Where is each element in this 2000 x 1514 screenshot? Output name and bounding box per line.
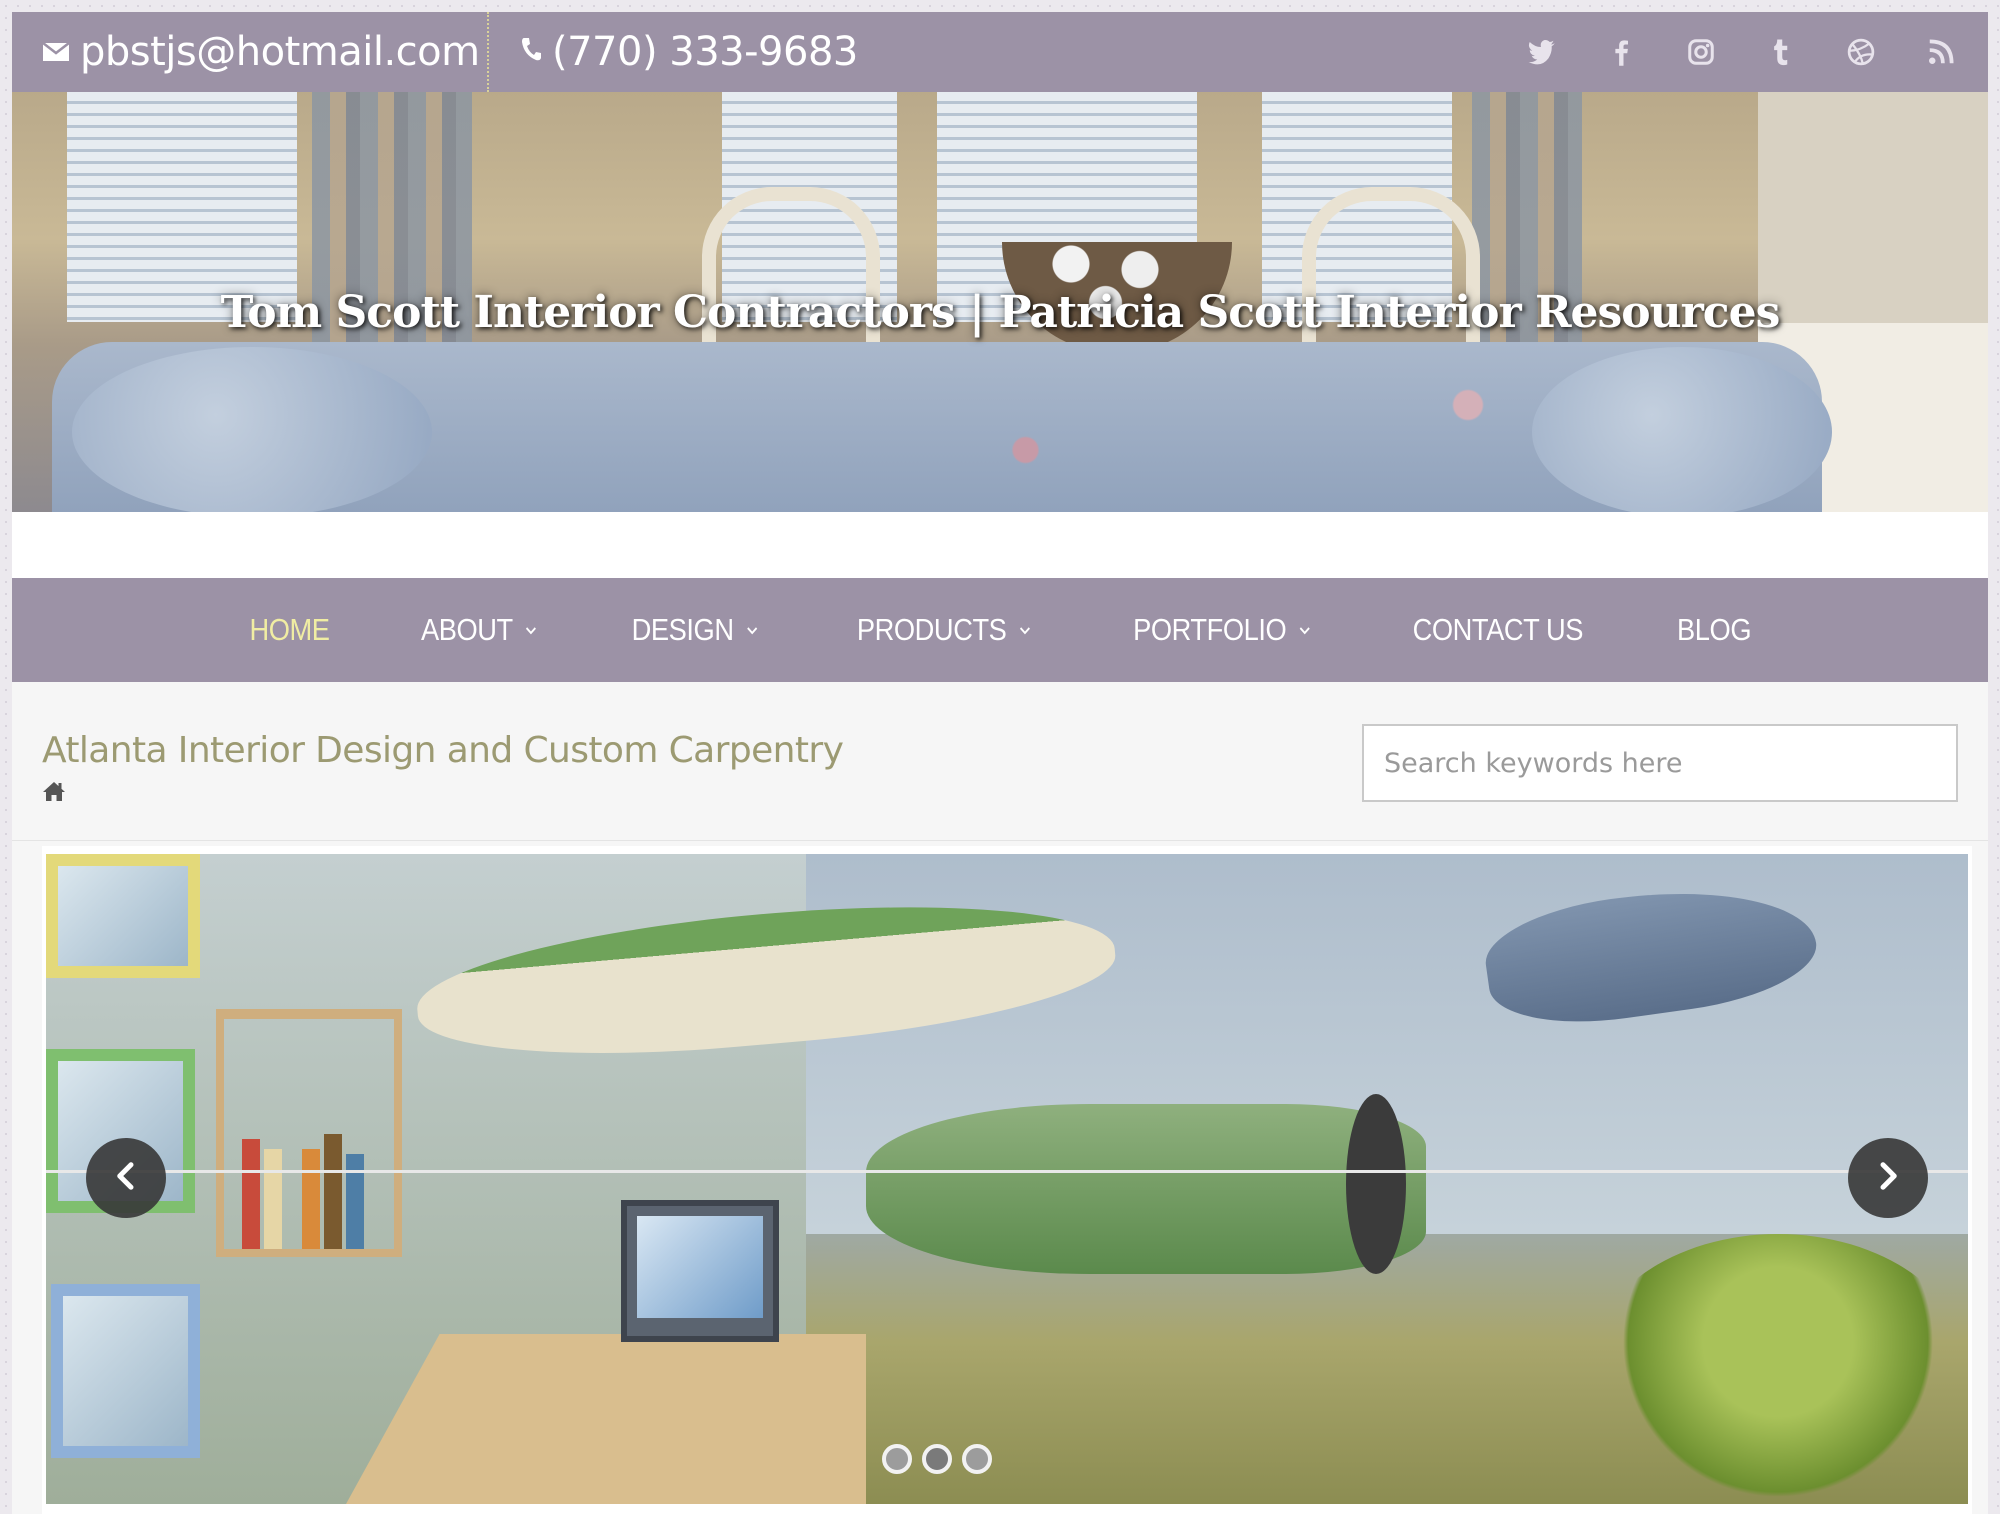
nav-item-portfolio[interactable]: PORTFOLIO — [1133, 612, 1311, 648]
book — [346, 1154, 364, 1249]
propeller — [1346, 1094, 1406, 1274]
nav-item-label: HOME — [248, 612, 330, 647]
envelope-icon — [42, 35, 70, 70]
slider-dot[interactable] — [962, 1444, 992, 1474]
home-icon[interactable] — [42, 780, 68, 802]
dribbble-icon[interactable] — [1844, 35, 1878, 69]
nav-item-blog[interactable]: BLOG — [1677, 612, 1751, 648]
nav-item-label: CONTACT US — [1412, 612, 1583, 647]
top-bar: pbstjs@hotmail.com (770) 333-9683 — [12, 12, 1988, 92]
picture-frame-1 — [46, 854, 200, 978]
computer-monitor — [621, 1200, 779, 1342]
next-slide-button[interactable] — [1848, 1138, 1928, 1218]
hero-banner: Tom Scott Interior Contractors | Patrici… — [12, 92, 1988, 512]
picture-frame-3 — [51, 1284, 200, 1458]
book — [324, 1134, 342, 1249]
email-link[interactable]: pbstjs@hotmail.com — [42, 12, 480, 92]
nav-item-label: PORTFOLIO — [1132, 612, 1287, 647]
social-links — [1524, 12, 1958, 92]
instagram-icon[interactable] — [1684, 35, 1718, 69]
nav-item-products[interactable]: PRODUCTS — [857, 612, 1031, 648]
tumblr-icon[interactable] — [1764, 35, 1798, 69]
nav-item-design[interactable]: DESIGN — [631, 612, 758, 648]
slider-dots — [46, 1444, 1898, 1474]
nav-item-contact-us[interactable]: CONTACT US — [1412, 612, 1583, 648]
pillow-left — [72, 347, 432, 512]
page: pbstjs@hotmail.com (770) 333-9683 Tom Sc… — [12, 12, 1988, 1514]
nav-item-home[interactable]: HOME — [248, 612, 330, 648]
page-title: Atlanta Interior Design and Custom Carpe… — [42, 730, 844, 771]
nav-item-label: PRODUCTS — [856, 612, 1007, 647]
chevron-down-icon — [1298, 619, 1310, 642]
nav-item-label: ABOUT — [420, 612, 513, 647]
airplane-fuselage — [866, 1104, 1426, 1274]
nav-list: HOME ABOUT DESIGN PRODUCTS PORTFOLIO CONTACT … — [12, 578, 1988, 682]
book — [302, 1149, 320, 1249]
nav-item-about[interactable]: ABOUT — [420, 612, 536, 648]
facebook-icon[interactable] — [1604, 35, 1638, 69]
nav-item-label: BLOG — [1677, 612, 1752, 647]
site-title: Tom Scott Interior Contractors | Patrici… — [220, 287, 1781, 338]
chevron-right-icon — [1873, 1161, 1903, 1195]
main-nav: HOME ABOUT DESIGN PRODUCTS PORTFOLIO CONTACT … — [12, 578, 1988, 682]
prev-slide-button[interactable] — [86, 1138, 166, 1218]
book — [264, 1149, 282, 1249]
email-text: pbstjs@hotmail.com — [80, 29, 480, 75]
pillow-right — [1532, 347, 1832, 512]
phone-icon — [520, 35, 542, 70]
twitter-icon[interactable] — [1524, 35, 1558, 69]
nav-item-label: DESIGN — [631, 612, 734, 647]
separator — [12, 840, 1988, 841]
book — [242, 1139, 260, 1249]
chevron-down-icon — [525, 619, 537, 642]
slider-dot[interactable] — [882, 1444, 912, 1474]
phone-text: (770) 333-9683 — [552, 29, 858, 75]
rss-icon[interactable] — [1924, 35, 1958, 69]
image-slider — [46, 850, 1968, 1514]
slide-image — [46, 854, 1968, 1504]
chevron-left-icon — [111, 1161, 141, 1195]
slider-dot[interactable] — [922, 1444, 952, 1474]
banner-spacer — [12, 512, 1988, 578]
slider-rail — [46, 1170, 1968, 1173]
chevron-down-icon — [746, 619, 758, 642]
search-input[interactable] — [1362, 724, 1958, 802]
wall-shelf — [216, 1009, 402, 1257]
phone-link[interactable]: (770) 333-9683 — [520, 12, 858, 92]
chevron-down-icon — [1018, 619, 1030, 642]
top-divider — [487, 12, 489, 92]
